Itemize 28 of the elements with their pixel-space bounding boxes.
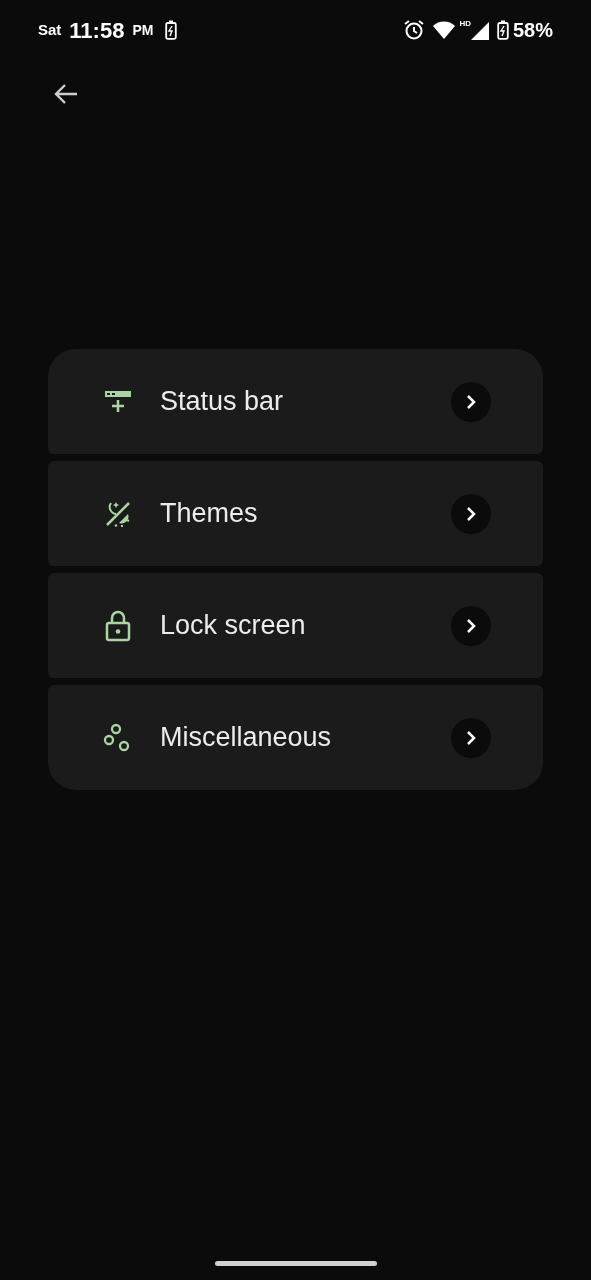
clock-time: 11:58	[69, 16, 125, 45]
chevron-right-icon	[466, 729, 476, 746]
chevron-button[interactable]	[451, 717, 491, 758]
item-label: Miscellaneous	[160, 721, 333, 755]
am-pm-label: PM	[132, 20, 154, 40]
back-arrow-icon	[53, 83, 79, 105]
battery-charging-icon	[496, 20, 509, 40]
chevron-right-icon	[466, 393, 476, 410]
item-label: Themes	[160, 497, 259, 531]
network-type-label: HD	[459, 20, 471, 28]
chevron-right-icon	[466, 505, 476, 522]
settings-item[interactable]: Miscellaneous	[48, 685, 543, 790]
chevron-button[interactable]	[451, 493, 491, 534]
day-label: Sat	[38, 19, 62, 40]
item-label: Status bar	[160, 385, 285, 419]
wifi-icon	[433, 21, 456, 39]
cell-signal-icon	[470, 20, 489, 40]
chevron-button[interactable]	[451, 381, 491, 422]
settings-item[interactable]: Lock screen	[48, 573, 543, 678]
battery-percentage: 58%	[512, 18, 553, 43]
settings-item[interactable]: Themes	[48, 461, 543, 566]
battery-charging-icon	[165, 20, 178, 40]
chevron-right-icon	[466, 617, 476, 634]
settings-item[interactable]: Status bar	[48, 349, 543, 454]
lock-icon	[104, 609, 132, 642]
item-label: Lock screen	[160, 609, 307, 643]
alarm-clock-icon	[403, 19, 426, 41]
chevron-button[interactable]	[451, 605, 491, 646]
